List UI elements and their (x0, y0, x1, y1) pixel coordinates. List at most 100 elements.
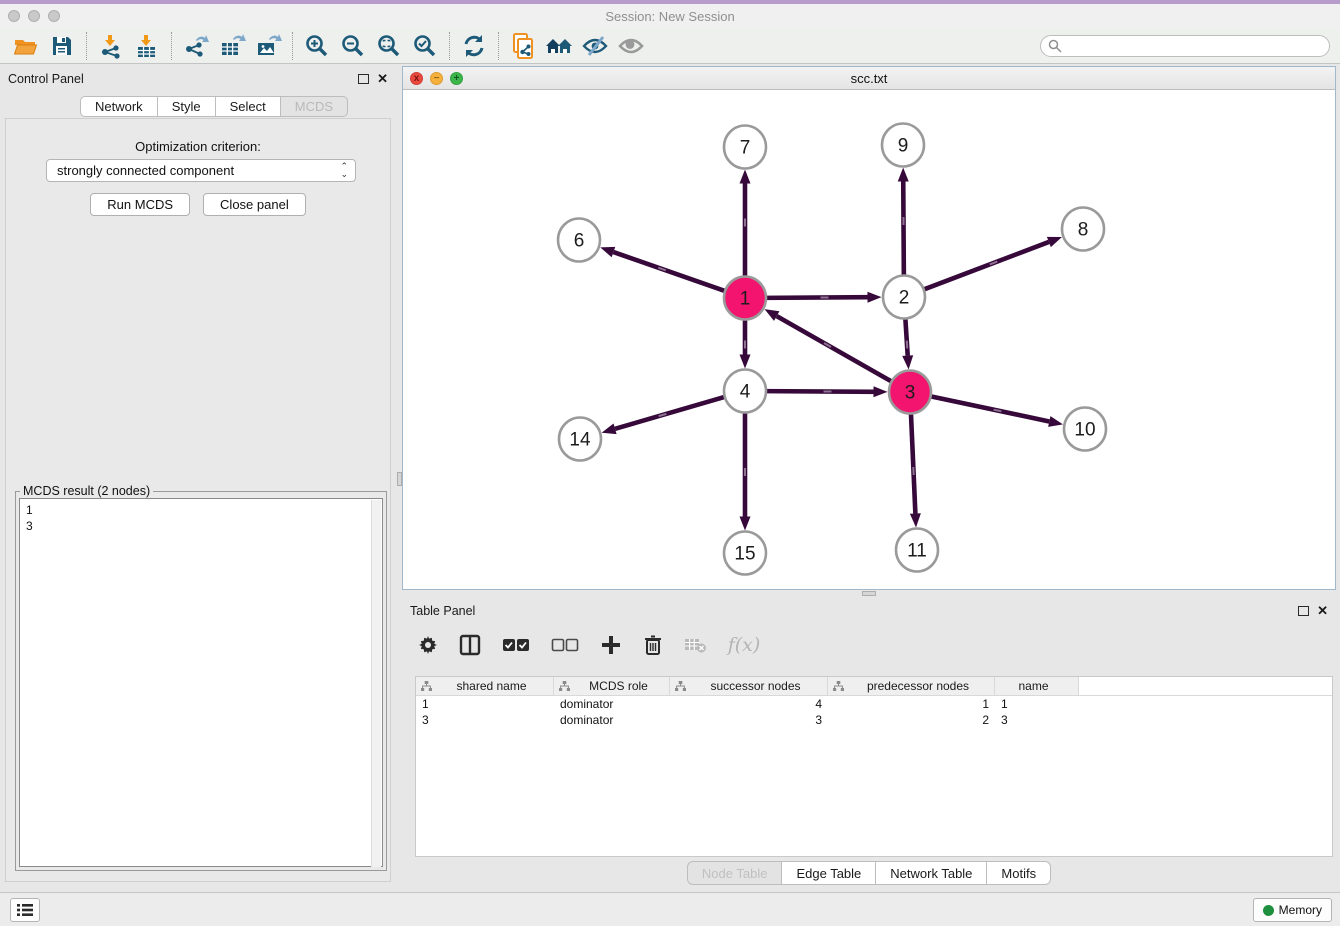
cell-successor-nodes[interactable]: 3 (670, 712, 828, 728)
zoom-selected-button[interactable] (407, 31, 443, 61)
cell-predecessor-nodes[interactable]: 1 (828, 696, 995, 712)
column-header-name[interactable]: name (995, 677, 1079, 695)
mcds-result-group: MCDS result (2 nodes) 1 3 (15, 491, 387, 871)
hide-button[interactable] (577, 31, 613, 61)
export-network-button[interactable] (178, 31, 214, 61)
save-session-button[interactable] (44, 31, 80, 61)
cell-name[interactable]: 3 (995, 712, 1079, 728)
tab-node-table[interactable]: Node Table (687, 861, 783, 885)
tab-network-table[interactable]: Network Table (876, 861, 987, 885)
run-mcds-button[interactable]: Run MCDS (90, 193, 190, 216)
edge-2-3[interactable] (905, 316, 907, 355)
float-panel-icon[interactable] (358, 74, 369, 84)
cell-shared-name[interactable]: 3 (416, 712, 554, 728)
export-table-button[interactable] (214, 31, 250, 61)
table-header-row: shared nameMCDS rolesuccessor nodes prede… (416, 677, 1332, 696)
table-panel-header: Table Panel ✕ (402, 596, 1336, 620)
arrowhead-icon (902, 355, 913, 369)
mcds-result-text[interactable]: 1 3 (19, 498, 383, 867)
tab-select[interactable]: Select (216, 96, 281, 117)
cell-shared-name[interactable]: 1 (416, 696, 554, 712)
select-all-columns-button[interactable] (500, 630, 532, 660)
cell-name[interactable]: 1 (995, 696, 1079, 712)
cell-predecessor-nodes[interactable]: 2 (828, 712, 995, 728)
import-table-button[interactable] (129, 31, 165, 61)
close-panel-icon[interactable]: ✕ (1317, 606, 1328, 616)
zoom-in-icon (304, 33, 330, 59)
zoom-in-button[interactable] (299, 31, 335, 61)
criterion-select[interactable]: strongly connected component ⌃⌄ (46, 159, 356, 182)
table-tabs-strip: Node TableEdge TableNetwork TableMotifs (402, 857, 1336, 890)
tab-motifs[interactable]: Motifs (987, 861, 1051, 885)
node-label-7: 7 (740, 138, 751, 159)
arrowhead-icon (898, 167, 909, 181)
apply-layout-button[interactable] (456, 31, 492, 61)
close-panel-button[interactable]: Close panel (203, 193, 306, 216)
show-columns-button[interactable] (457, 630, 483, 660)
create-column-button[interactable] (598, 630, 624, 660)
memory-button[interactable]: Memory (1253, 898, 1332, 922)
network-canvas[interactable]: 1234678910111415 (403, 90, 1335, 589)
save-icon (50, 34, 74, 58)
tab-edge-table[interactable]: Edge Table (782, 861, 876, 885)
column-label: predecessor nodes (848, 679, 994, 693)
node-label-14: 14 (569, 430, 591, 451)
table-row[interactable]: 3dominator323 (416, 712, 1332, 728)
home-button[interactable] (541, 31, 577, 61)
tab-style[interactable]: Style (158, 96, 216, 117)
edge-4-3[interactable] (764, 391, 873, 392)
column-header-shared-name[interactable]: shared name (416, 677, 554, 695)
unselect-all-columns-button[interactable] (549, 630, 581, 660)
column-header-predecessor-nodes[interactable]: predecessor nodes (828, 677, 995, 695)
result-scrollbar[interactable] (371, 500, 381, 867)
table-settings-button[interactable] (416, 630, 440, 660)
edge-3-11[interactable] (911, 411, 916, 513)
task-history-button[interactable] (10, 898, 40, 922)
show-button[interactable] (613, 31, 649, 61)
delete-table-button[interactable] (682, 630, 710, 660)
cell-MCDS-role[interactable]: dominator (554, 696, 670, 712)
edge-4-14[interactable] (615, 396, 726, 428)
plus-icon (600, 634, 622, 656)
cell-successor-nodes[interactable]: 4 (670, 696, 828, 712)
close-panel-icon[interactable]: ✕ (377, 74, 388, 84)
edge-label-tick (912, 467, 914, 475)
table-panel-title: Table Panel (410, 598, 1298, 618)
edge-3-1[interactable] (777, 316, 893, 382)
open-session-button[interactable] (8, 31, 44, 61)
arrowhead-icon (765, 309, 780, 321)
tab-mcds[interactable]: MCDS (281, 96, 348, 117)
import-network-button[interactable] (93, 31, 129, 61)
zoom-fit-button[interactable] (371, 31, 407, 61)
table-row[interactable]: 1dominator411 (416, 696, 1332, 712)
export-image-button[interactable] (250, 31, 286, 61)
zoom-out-button[interactable] (335, 31, 371, 61)
arrowhead-icon (1047, 237, 1062, 247)
column-label: name (995, 679, 1078, 693)
node-table[interactable]: shared nameMCDS rolesuccessor nodes prede… (415, 676, 1333, 857)
search-icon (1048, 39, 1062, 53)
delete-column-button[interactable] (641, 630, 665, 660)
column-header-successor-nodes[interactable]: successor nodes (670, 677, 828, 695)
column-header-MCDS-role[interactable]: MCDS role (554, 677, 670, 695)
hide-eye-icon (581, 34, 609, 58)
edge-1-6[interactable] (613, 252, 726, 292)
stepper-icon: ⌃⌄ (340, 162, 348, 178)
clone-network-button[interactable] (505, 31, 541, 61)
import-table-icon (134, 33, 160, 59)
function-builder-button[interactable]: f(x) (727, 630, 761, 660)
node-label-4: 4 (740, 382, 751, 403)
cell-MCDS-role[interactable]: dominator (554, 712, 670, 728)
show-eye-icon (617, 34, 645, 58)
tab-network[interactable]: Network (80, 96, 158, 117)
edge-2-8[interactable] (922, 242, 1049, 290)
zoom-selected-icon (412, 33, 438, 59)
edge-3-10[interactable] (929, 396, 1049, 421)
float-panel-icon[interactable] (1298, 606, 1309, 616)
edge-1-2[interactable] (764, 297, 867, 298)
network-window-titlebar[interactable]: x − + scc.txt (403, 67, 1335, 90)
search-input[interactable] (1040, 35, 1330, 57)
edge-2-9[interactable] (903, 181, 904, 277)
zoom-fit-icon (376, 33, 402, 59)
node-label-15: 15 (734, 544, 755, 565)
